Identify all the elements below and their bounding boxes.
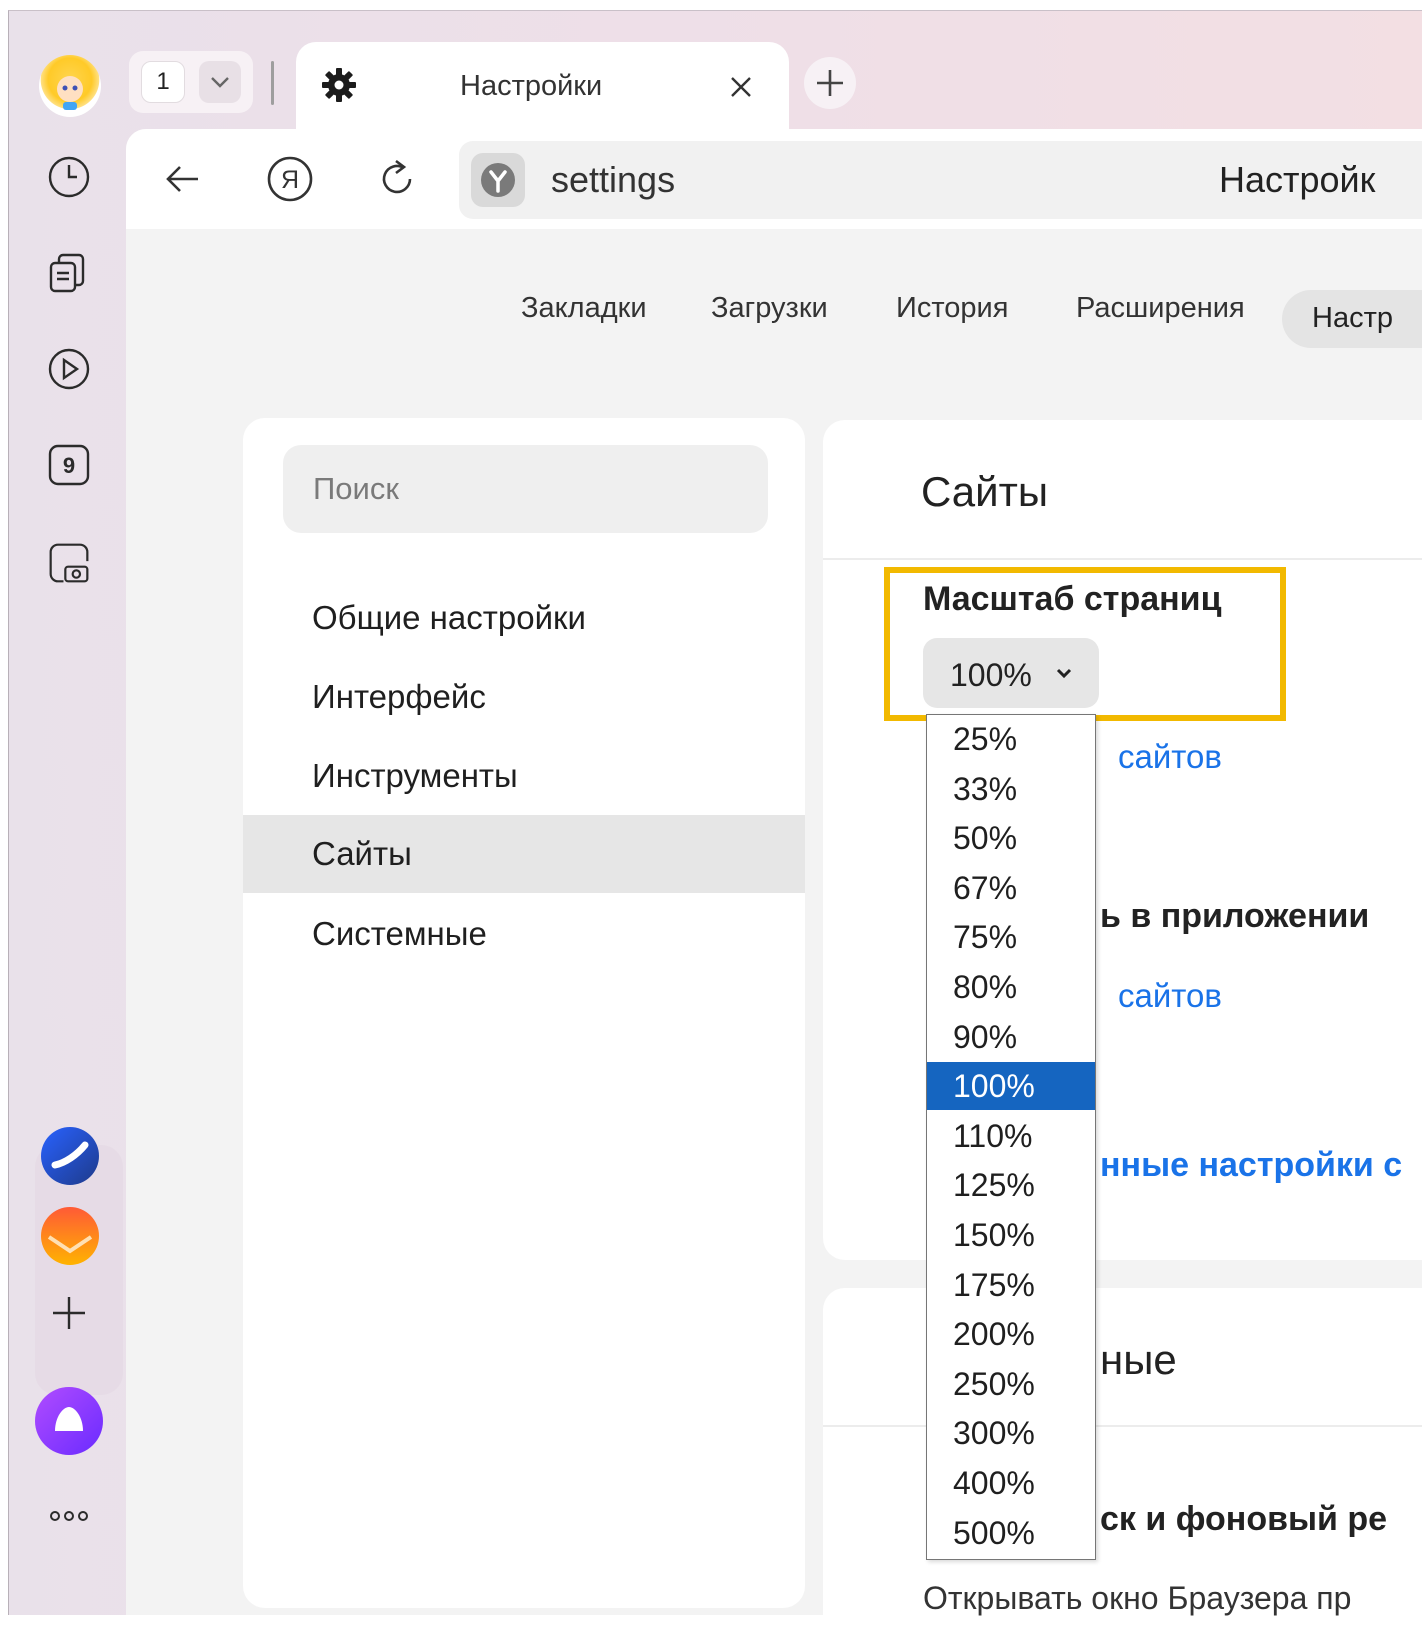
page-title: Настройк (1219, 159, 1376, 200)
tab-history[interactable]: История (896, 292, 1008, 325)
tab-downloads[interactable]: Загрузки (711, 292, 828, 325)
zoom-option[interactable]: 50% (927, 814, 1095, 862)
badge-9-icon[interactable]: 9 (47, 443, 91, 487)
tab-title: Настройки (460, 70, 603, 102)
sites-link-1[interactable]: сайтов (1118, 738, 1222, 776)
zoom-option[interactable]: 125% (927, 1161, 1095, 1209)
zoom-option[interactable]: 90% (927, 1013, 1095, 1061)
back-icon[interactable] (160, 157, 204, 201)
chevron-down-icon[interactable] (199, 61, 241, 103)
zoom-option[interactable]: 400% (927, 1459, 1095, 1507)
zoom-option[interactable]: 250% (927, 1360, 1095, 1408)
autorun-description: Открывать окно Браузера пр (923, 1580, 1352, 1616)
history-icon[interactable] (47, 155, 91, 199)
url-text: settings (551, 159, 676, 200)
nav-tools[interactable]: Инструменты (312, 757, 518, 795)
section2-title: ные (1100, 1336, 1177, 1383)
nav-system[interactable]: Системные (312, 915, 487, 953)
tab-settings-label: Настр (1312, 302, 1393, 334)
yandex-home-icon[interactable]: Я (266, 155, 314, 203)
address-bar[interactable]: settings Настройк (459, 141, 1422, 219)
nav-sites-selected[interactable]: Сайты (243, 815, 805, 893)
add-app-icon[interactable] (47, 1291, 91, 1335)
zoom-label: Масштаб страниц (923, 580, 1222, 618)
autorun-heading: ск и фоновый ре (1100, 1500, 1388, 1538)
zoom-select-value: 100% (950, 657, 1032, 693)
zoom-option[interactable]: 300% (927, 1409, 1095, 1457)
zoom-option[interactable]: 500% (927, 1509, 1095, 1557)
zoom-option[interactable]: 175% (927, 1261, 1095, 1309)
new-tab-button[interactable] (804, 57, 856, 109)
more-icon[interactable] (47, 1501, 91, 1531)
yandex-browser-icon (471, 153, 525, 207)
zoom-option[interactable]: 33% (927, 765, 1095, 813)
section-divider (823, 558, 1422, 560)
tab-count: 1 (141, 61, 185, 103)
reload-icon[interactable] (374, 155, 420, 201)
zoom-option[interactable]: 67% (927, 864, 1095, 912)
zoom-option[interactable]: 75% (927, 913, 1095, 961)
zoom-option[interactable]: 110% (927, 1112, 1095, 1160)
nav-interface[interactable]: Интерфейс (312, 678, 486, 716)
screenshot-icon[interactable] (47, 541, 91, 585)
tab-settings-active[interactable]: Настр (1282, 290, 1422, 348)
collections-icon[interactable] (47, 251, 91, 295)
messenger-app-icon[interactable] (41, 1127, 99, 1185)
mail-app-icon[interactable] (41, 1207, 99, 1265)
video-play-icon[interactable] (47, 347, 91, 391)
alice-assistant-icon[interactable] (35, 1387, 103, 1455)
search-placeholder: Поиск (313, 471, 399, 506)
zoom-option[interactable]: 150% (927, 1211, 1095, 1259)
tab-settings[interactable]: Настройки (296, 42, 789, 132)
zoom-option[interactable]: 200% (927, 1310, 1095, 1358)
tab-separator (271, 61, 274, 105)
nav-general[interactable]: Общие настройки (312, 599, 586, 637)
sites-panel (823, 420, 1422, 1260)
open-in-app-heading: ь в приложении (1100, 897, 1370, 935)
zoom-option[interactable]: 100% (927, 1062, 1095, 1111)
svg-text:9: 9 (63, 453, 75, 478)
search-input[interactable]: Поиск (283, 445, 768, 533)
zoom-dropdown-list: 25% 33% 50% 67% 75% 80% 90% 100% 110% 125% 150% 175… (926, 714, 1096, 1560)
zoom-select[interactable]: 100% (923, 638, 1099, 708)
zoom-option[interactable]: 25% (927, 715, 1095, 763)
gear-icon (320, 66, 358, 104)
tab-bookmarks[interactable]: Закладки (521, 292, 647, 325)
advanced-settings-link[interactable]: нные настройки с (1100, 1146, 1402, 1185)
zoom-option[interactable]: 80% (927, 963, 1095, 1011)
section-title: Сайты (921, 468, 1049, 515)
svg-text:Я: Я (281, 166, 299, 194)
nav-sites-label: Сайты (312, 835, 412, 872)
profile-avatar[interactable] (39, 55, 101, 117)
sites-link-2[interactable]: сайтов (1118, 977, 1222, 1015)
tab-extensions[interactable]: Расширения (1076, 292, 1245, 325)
toolbar: Я settings Настройк (126, 129, 1422, 229)
chevron-down-icon (1051, 660, 1077, 686)
settings-nav-panel (243, 418, 805, 1608)
section2-divider (823, 1425, 1422, 1427)
tab-counter[interactable]: 1 (129, 51, 253, 113)
close-tab-icon[interactable] (726, 72, 756, 102)
